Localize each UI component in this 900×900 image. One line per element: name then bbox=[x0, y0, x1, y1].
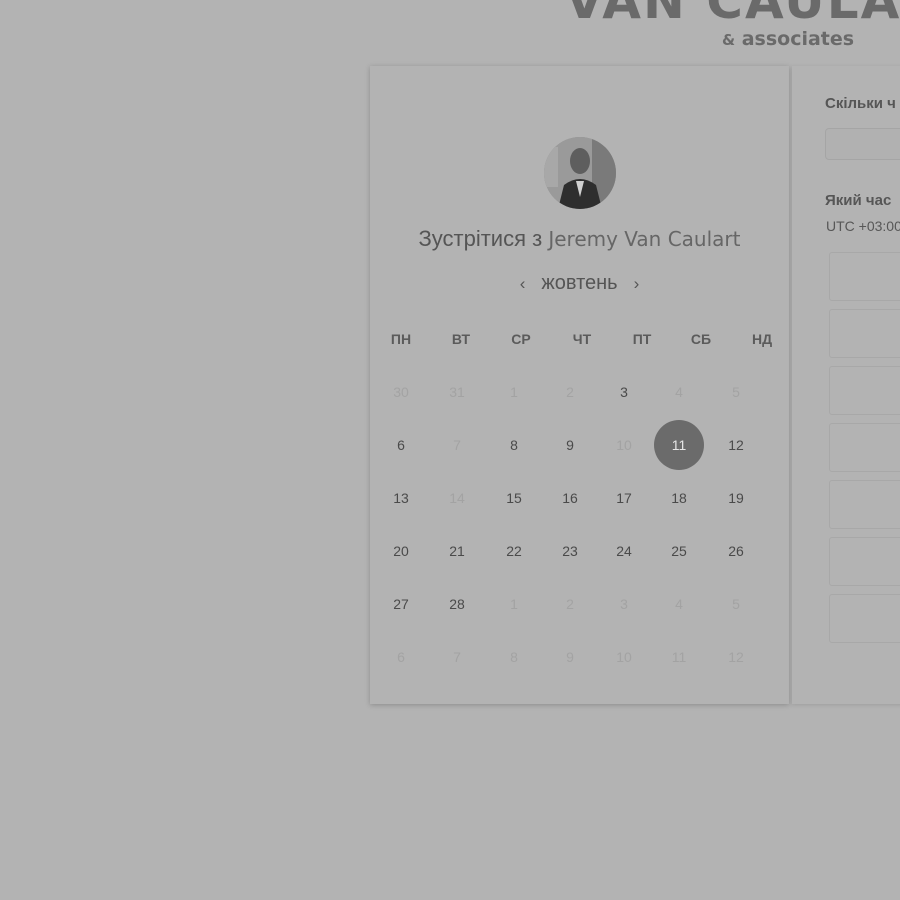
calendar-day[interactable]: 22 bbox=[489, 526, 539, 576]
time-slot-button[interactable] bbox=[829, 309, 900, 358]
brand-logo-title: VAN CAULART bbox=[565, 0, 900, 30]
calendar-day[interactable]: 20 bbox=[376, 526, 426, 576]
calendar-day: 2 bbox=[566, 596, 574, 612]
calendar-day: 9 bbox=[566, 649, 574, 665]
booking-panel: Скільки ч Який час UTC +03:00 bbox=[792, 66, 900, 704]
calendar-day[interactable]: 24 bbox=[599, 526, 649, 576]
calendar-day[interactable]: 8 bbox=[489, 420, 539, 470]
time-slot-button[interactable] bbox=[829, 366, 900, 415]
brand-logo-subtitle: & associates bbox=[722, 28, 854, 50]
page: VAN CAULART & associates Зустрітися з Je… bbox=[0, 0, 900, 900]
calendar-day-selected[interactable]: 11 bbox=[654, 420, 704, 470]
calendar-day: 11 bbox=[671, 649, 687, 665]
time-slot-button[interactable] bbox=[829, 594, 900, 643]
time-slot-button[interactable] bbox=[829, 480, 900, 529]
duration-select[interactable] bbox=[825, 128, 900, 160]
calendar-day: 6 bbox=[397, 649, 405, 665]
time-slot-button[interactable] bbox=[829, 423, 900, 472]
calendar-day[interactable]: 3 bbox=[599, 367, 649, 417]
calendar-day[interactable]: 25 bbox=[654, 526, 704, 576]
calendar-day: 1 bbox=[510, 384, 518, 400]
calendar-day[interactable]: 6 bbox=[376, 420, 426, 470]
calendar-day[interactable]: 26 bbox=[711, 526, 761, 576]
calendar-day: 10 bbox=[616, 437, 632, 453]
calendar-day: 2 bbox=[566, 384, 574, 400]
calendar-day: 7 bbox=[453, 649, 461, 665]
time-slot-button[interactable] bbox=[829, 537, 900, 586]
calendar-day-grid: 30 31 1 2 3 4 5 6 7 8 9 10 11 12 13 14 15 16 17 18 19 20 21 22 2… bbox=[370, 66, 789, 704]
calendar-day[interactable]: 12 bbox=[711, 420, 761, 470]
calendar-day: 5 bbox=[732, 596, 740, 612]
calendar-day[interactable]: 27 bbox=[376, 579, 426, 629]
calendar-day: 4 bbox=[675, 384, 683, 400]
calendar-day[interactable]: 19 bbox=[711, 473, 761, 523]
calendar-day[interactable]: 16 bbox=[545, 473, 595, 523]
calendar-day[interactable]: 18 bbox=[654, 473, 704, 523]
calendar-day: 30 bbox=[393, 384, 409, 400]
calendar-day: 14 bbox=[449, 490, 465, 506]
calendar-day: 12 bbox=[728, 649, 744, 665]
calendar-day[interactable]: 17 bbox=[599, 473, 649, 523]
brand-ampersand: & bbox=[722, 31, 736, 49]
calendar-day[interactable]: 15 bbox=[489, 473, 539, 523]
calendar-day[interactable]: 9 bbox=[545, 420, 595, 470]
time-question: Який час bbox=[825, 192, 892, 209]
calendar-day[interactable]: 21 bbox=[432, 526, 482, 576]
calendar-day: 31 bbox=[449, 384, 465, 400]
calendar-day: 1 bbox=[510, 596, 518, 612]
calendar-day[interactable]: 23 bbox=[545, 526, 595, 576]
calendar-day: 10 bbox=[616, 649, 632, 665]
calendar-day[interactable]: 28 bbox=[432, 579, 482, 629]
calendar-day: 3 bbox=[620, 596, 628, 612]
calendar-day: 5 bbox=[732, 384, 740, 400]
calendar-card: Зустрітися з Jeremy Van Caulart ‹ жовтен… bbox=[370, 66, 789, 704]
timezone-label[interactable]: UTC +03:00 bbox=[826, 218, 900, 234]
calendar-day: 7 bbox=[453, 437, 461, 453]
calendar-day[interactable]: 13 bbox=[376, 473, 426, 523]
time-slot-button[interactable] bbox=[829, 252, 900, 301]
duration-question: Скільки ч bbox=[825, 95, 896, 112]
calendar-day: 4 bbox=[675, 596, 683, 612]
calendar-day: 8 bbox=[510, 649, 518, 665]
brand-subtitle-text: associates bbox=[741, 28, 855, 50]
